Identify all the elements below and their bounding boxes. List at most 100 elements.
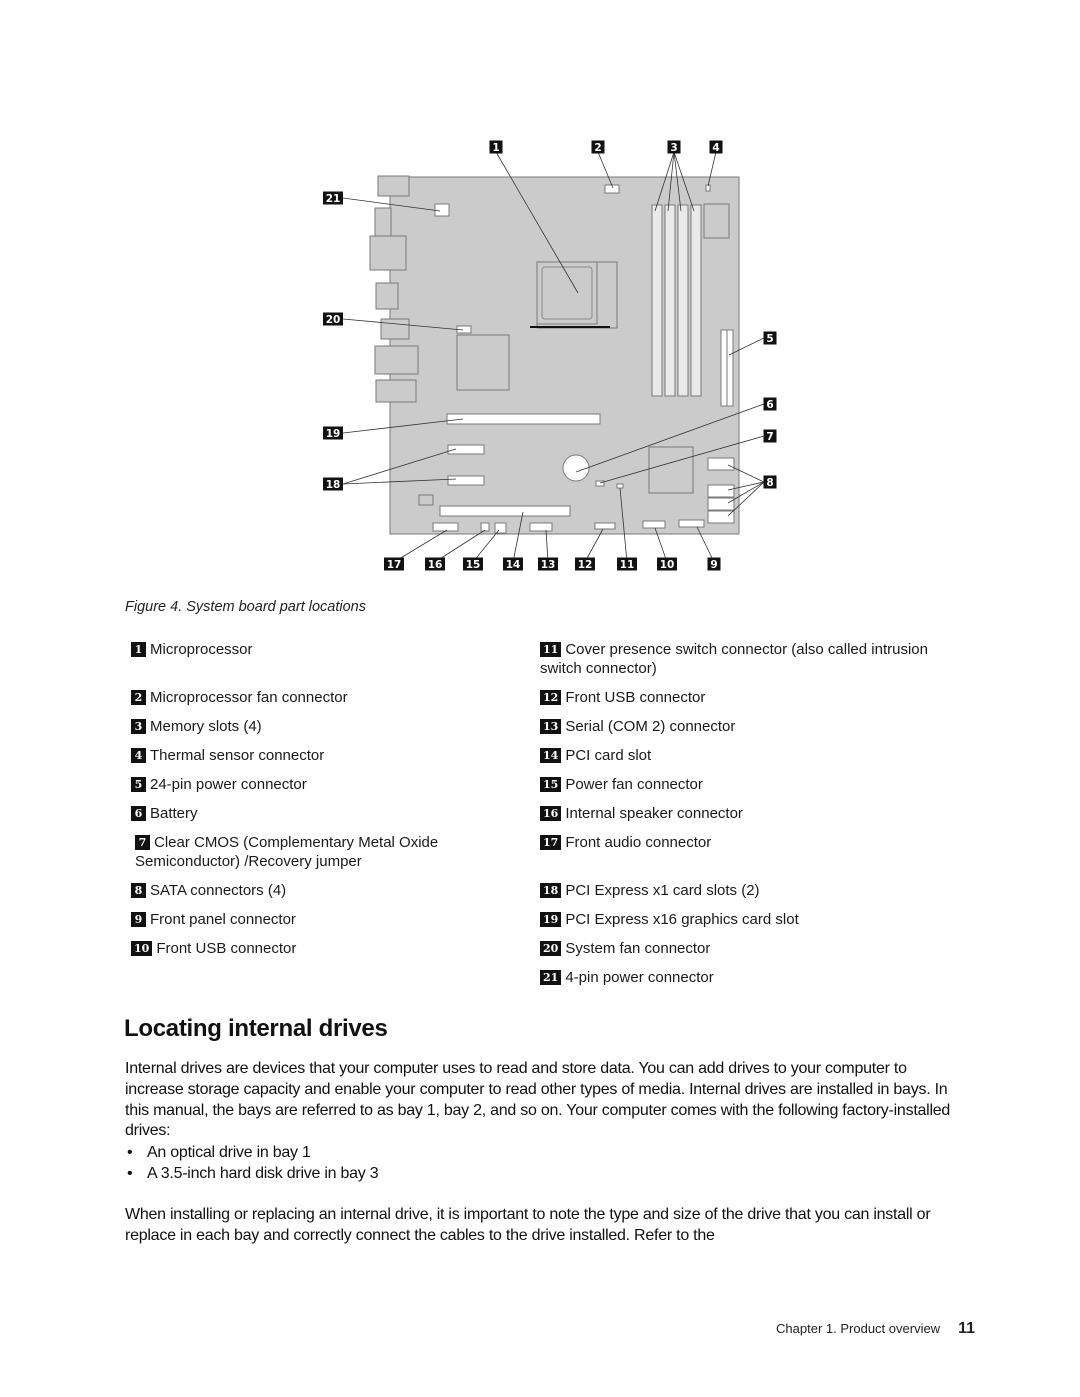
io-vga-port xyxy=(369,235,407,271)
bullet-icon: • xyxy=(127,1164,133,1182)
microprocessor-socket xyxy=(530,261,618,329)
legend-label: 4-pin power connector xyxy=(565,969,714,986)
front-audio-connector xyxy=(432,522,459,532)
sata-connector-1 xyxy=(707,457,735,471)
legend-item: 14 PCI card slot xyxy=(540,746,970,765)
legend-badge: 7 xyxy=(135,835,150,850)
legend-item: 2 Microprocessor fan connector xyxy=(131,688,491,707)
super-io-chip xyxy=(703,203,730,239)
callout-number-2: 2 xyxy=(594,142,601,154)
legend-item: 16 Internal speaker connector xyxy=(540,804,970,823)
legend-item: 21 4-pin power connector xyxy=(540,968,970,987)
power-fan-connector xyxy=(494,522,507,534)
list-item: • An optical drive in bay 1 xyxy=(125,1143,378,1164)
legend-label: Internal speaker connector xyxy=(565,805,743,822)
list-item: • A 3.5-inch hard disk drive in bay 3 xyxy=(125,1164,379,1185)
io-dvi-port xyxy=(375,282,399,310)
legend-badge: 1 xyxy=(131,642,146,657)
callout-number-11: 11 xyxy=(620,559,635,571)
system-board-diagram: 1 2 3 456782120191817 16 15 14 13 12 11 10 9 xyxy=(323,140,777,571)
legend-label: Thermal sensor connector xyxy=(150,747,325,764)
sata-connector-4 xyxy=(707,510,735,524)
list-item-text: A 3.5-inch hard disk drive in bay 3 xyxy=(147,1164,379,1182)
legend-item: 8 SATA connectors (4) xyxy=(131,881,491,900)
sata-connector-3 xyxy=(707,497,735,511)
legend-label: PCI Express x16 graphics card slot xyxy=(565,911,799,928)
front-usb-connector-10 xyxy=(642,520,666,529)
legend-label: Battery xyxy=(150,805,198,822)
legend-item: 12 Front USB connector xyxy=(540,688,970,707)
legend-item: 18 PCI Express x1 card slots (2) xyxy=(540,881,970,900)
legend-badge: 15 xyxy=(540,777,562,792)
legend-item: 10 Front USB connector xyxy=(131,939,491,958)
legend-item: 19 PCI Express x16 graphics card slot xyxy=(540,910,970,929)
legend-label: Power fan connector xyxy=(565,776,703,793)
legend-badge: 14 xyxy=(540,748,562,763)
callout-number-21: 21 xyxy=(326,193,341,205)
legend-label: Microprocessor xyxy=(150,641,253,658)
legend-label: Front USB connector xyxy=(565,689,706,706)
legend-badge: 6 xyxy=(131,806,146,821)
front-panel-connector xyxy=(678,519,705,528)
legend-label: 24-pin power connector xyxy=(150,776,307,793)
legend-badge: 4 xyxy=(131,748,146,763)
io-audio-jacks xyxy=(375,379,417,403)
chapter-title: Chapter 1. Product overview xyxy=(776,1321,941,1336)
callout-number-9: 9 xyxy=(710,559,717,571)
intrusion-connector xyxy=(616,483,624,489)
io-top-block xyxy=(377,175,410,197)
list-item-text: An optical drive in bay 1 xyxy=(147,1144,311,1161)
legend-label: SATA connectors (4) xyxy=(150,882,287,899)
legend-badge: 18 xyxy=(540,883,562,898)
legend-label: Cover presence switch connector (also ca… xyxy=(540,641,928,677)
legend-label: Memory slots (4) xyxy=(150,718,262,735)
callout-number-17: 17 xyxy=(387,559,402,571)
legend-badge: 19 xyxy=(540,912,562,927)
legend-badge: 3 xyxy=(131,719,146,734)
legend-badge: 20 xyxy=(540,941,562,956)
callout-number-8: 8 xyxy=(766,477,773,489)
legend-badge: 16 xyxy=(540,806,562,821)
cmos-jumper xyxy=(595,480,605,487)
callout-number-19: 19 xyxy=(326,428,341,440)
io-usb-block xyxy=(380,318,410,340)
callout-number-13: 13 xyxy=(541,559,556,571)
legend-item: 6 Battery xyxy=(131,804,491,823)
callout-number-12: 12 xyxy=(578,559,593,571)
figure-caption: Figure 4. System board part locations xyxy=(125,599,366,615)
legend-item: 17 Front audio connector xyxy=(540,833,970,852)
legend-badge: 8 xyxy=(131,883,146,898)
power-connector-4pin xyxy=(434,203,450,217)
legend-item: 11 Cover presence switch connector (also … xyxy=(540,640,970,678)
small-chip xyxy=(418,494,434,506)
callout-number-3: 3 xyxy=(670,142,677,154)
bullet-icon: • xyxy=(127,1144,133,1161)
legend-badge: 12 xyxy=(540,690,562,705)
battery xyxy=(562,454,590,482)
legend-badge: 2 xyxy=(131,690,146,705)
outro-paragraph: When installing or replacing an internal… xyxy=(125,1206,931,1244)
callout-number-20: 20 xyxy=(326,314,341,326)
section-title: Locating internal drives xyxy=(124,1015,388,1042)
speaker-connector xyxy=(480,522,490,532)
callout-number-1: 1 xyxy=(492,142,499,154)
sata-connector-2 xyxy=(707,484,735,498)
legend-badge: 17 xyxy=(540,835,562,850)
legend-label: Clear CMOS (Complementary Metal Oxide Se… xyxy=(135,834,439,870)
intro-paragraph: Internal drives are devices that your co… xyxy=(125,1060,951,1140)
callout-number-7: 7 xyxy=(766,431,773,443)
legend-badge: 10 xyxy=(131,941,153,956)
callout-number-6: 6 xyxy=(766,399,773,411)
com2-connector xyxy=(529,522,553,532)
callout-number-16: 16 xyxy=(428,559,443,571)
callout-number-5: 5 xyxy=(766,333,773,345)
legend-label: Front USB connector xyxy=(156,940,297,957)
legend-item: 15 Power fan connector xyxy=(540,775,970,794)
callout-number-10: 10 xyxy=(660,559,675,571)
legend-badge: 5 xyxy=(131,777,146,792)
legend-badge: 21 xyxy=(540,970,562,985)
legend-label: System fan connector xyxy=(565,940,711,957)
southbridge-chip xyxy=(648,446,694,494)
legend-badge: 9 xyxy=(131,912,146,927)
power-connector-24pin xyxy=(720,329,734,407)
